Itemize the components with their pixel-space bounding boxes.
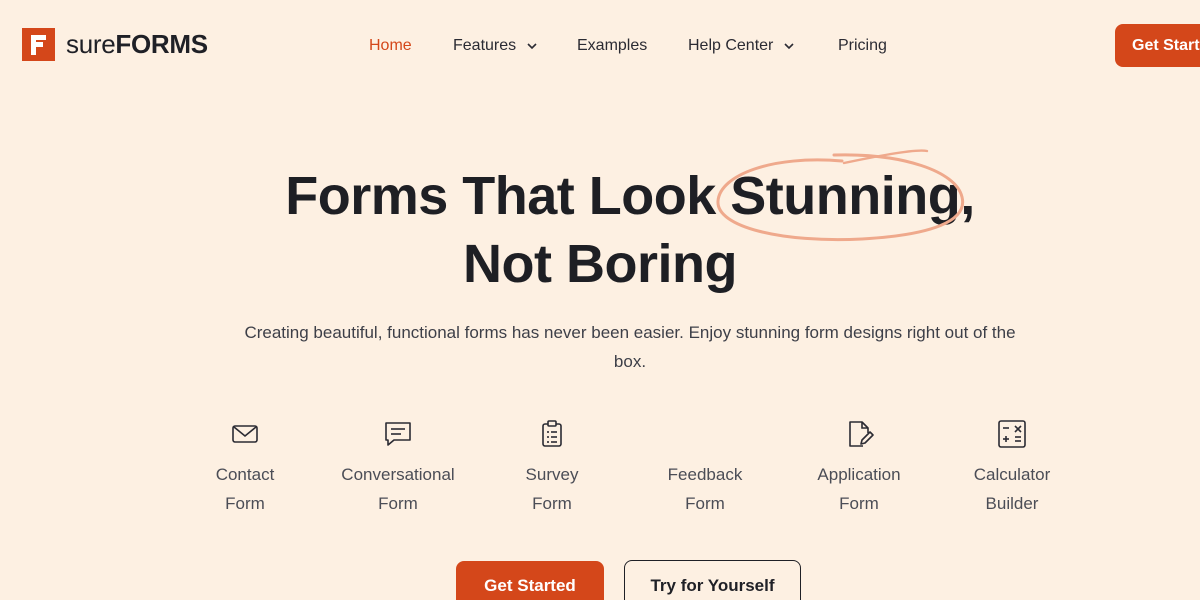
nav-home-label: Home	[369, 37, 412, 54]
form-type-calculator[interactable]: Calculator Builder	[937, 418, 1087, 518]
nav-help-center[interactable]: Help Center	[688, 36, 838, 56]
form-type-contact[interactable]: Contact Form	[170, 418, 320, 518]
try-for-yourself-label: Try for Yourself	[650, 576, 775, 595]
hero-title-line-2: Not Boring	[463, 234, 737, 294]
try-for-yourself-button[interactable]: Try for Yourself	[624, 560, 801, 600]
form-type-application[interactable]: Application Form	[784, 418, 934, 518]
chevron-down-icon	[527, 43, 537, 50]
document-edit-icon	[849, 421, 874, 447]
form-type-label: Contact Form	[215, 465, 275, 513]
nav-features[interactable]: Features	[453, 36, 577, 56]
hero-subtitle: Creating beautiful, functional forms has…	[244, 323, 1016, 371]
main-menu: Home Features Examples Help Center Prici…	[369, 36, 918, 56]
form-type-label: Conversational Form	[341, 465, 455, 513]
calculator-icon	[998, 420, 1026, 448]
chevron-down-icon	[784, 43, 794, 50]
form-type-label: Survey Form	[525, 465, 579, 513]
form-type-label: Application Form	[817, 465, 901, 513]
get-started-button[interactable]: Get Started	[456, 561, 604, 600]
nav-pricing-label: Pricing	[838, 37, 887, 54]
form-type-label: Calculator Builder	[973, 465, 1051, 513]
logo-wordmark: sureFORMS	[66, 28, 208, 61]
nav-home[interactable]: Home	[369, 36, 453, 56]
get-started-nav-label: Get Start	[1132, 36, 1200, 54]
hero-title: Forms That Look Stunning, Not Boring	[0, 162, 1200, 298]
nav-pricing[interactable]: Pricing	[838, 36, 918, 56]
logo-wordmark-bold: FORMS	[115, 29, 208, 59]
get-started-nav-button[interactable]: Get Start	[1115, 24, 1200, 67]
logo-mark-icon	[22, 28, 55, 61]
form-type-label: Feedback Form	[667, 465, 743, 513]
sureforms-logo[interactable]: sureFORMS	[22, 28, 208, 61]
clipboard-icon	[542, 420, 562, 447]
top-navigation: sureFORMS Home Features Examples Help Ce…	[0, 0, 1200, 92]
form-type-feedback[interactable]: Feedback Form	[630, 418, 780, 518]
get-started-label: Get Started	[484, 576, 576, 595]
nav-features-label: Features	[453, 37, 517, 54]
hero-title-line-1: Forms That Look Stunning,	[285, 166, 975, 226]
nav-help-center-label: Help Center	[688, 37, 774, 54]
nav-examples-label: Examples	[577, 37, 648, 54]
envelope-icon	[232, 425, 258, 443]
form-type-survey[interactable]: Survey Form	[477, 418, 627, 518]
logo-wordmark-light: sure	[66, 29, 116, 59]
form-type-conversational[interactable]: Conversational Form	[323, 418, 473, 518]
chat-bubble-icon	[385, 422, 411, 446]
nav-examples[interactable]: Examples	[577, 36, 688, 56]
